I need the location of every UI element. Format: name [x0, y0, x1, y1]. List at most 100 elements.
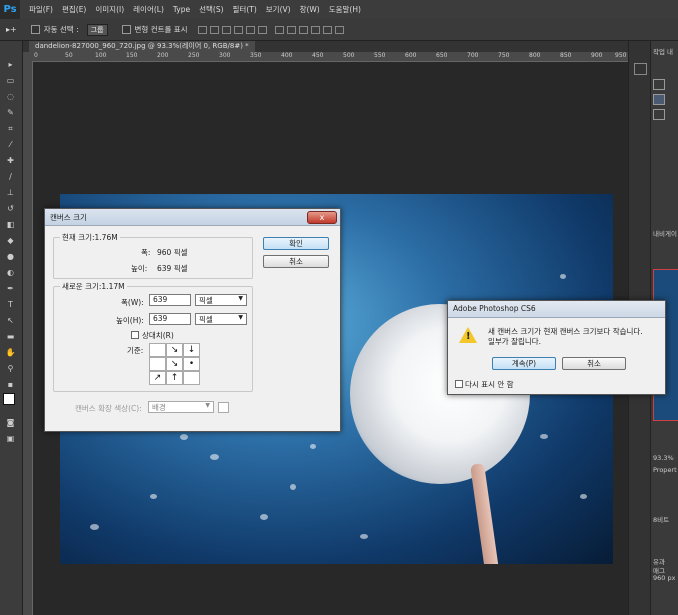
move-tool-icon[interactable]: ▸ — [4, 59, 17, 70]
lasso-tool-icon[interactable]: ◌ — [4, 91, 17, 102]
warning-title-bar[interactable]: Adobe Photoshop CS6 — [448, 301, 665, 318]
menu-filter[interactable]: 필터(T) — [233, 4, 257, 15]
default-colors-icon[interactable]: ▪ — [4, 379, 17, 390]
foreground-color-swatch[interactable] — [3, 393, 15, 405]
menu-layer[interactable]: 레이어(L) — [133, 4, 164, 15]
extension-color-label: 캔버스 확장 색상(C): — [75, 404, 142, 413]
pen-tool-icon[interactable]: ✒ — [4, 283, 17, 294]
ok-button[interactable]: 확인 — [263, 237, 329, 250]
align-center-icon[interactable] — [245, 25, 255, 34]
align-left-icon[interactable] — [233, 25, 243, 34]
distribute-left-icon[interactable] — [310, 25, 320, 34]
distribute-bottom-icon[interactable] — [298, 25, 308, 34]
distribute-top-icon[interactable] — [274, 25, 284, 34]
type-tool-icon[interactable]: T — [4, 299, 17, 310]
brush-tool-icon[interactable]: ∕ — [4, 171, 17, 182]
marquee-tool-icon[interactable]: ▭ — [4, 75, 17, 86]
relative-checkbox[interactable] — [131, 331, 139, 339]
warning-icon: ! — [459, 327, 477, 343]
ruler-tick: 600 — [405, 52, 417, 59]
align-middle-icon[interactable] — [209, 25, 219, 34]
continue-button[interactable]: 계속(P) — [492, 357, 556, 370]
quick-select-tool-icon[interactable]: ✎ — [4, 107, 17, 118]
path-select-tool-icon[interactable]: ↖ — [4, 315, 17, 326]
healing-brush-tool-icon[interactable]: ✚ — [4, 155, 17, 166]
warning-cancel-button[interactable]: 취소 — [562, 357, 626, 370]
eraser-tool-icon[interactable]: ◧ — [4, 219, 17, 230]
menu-image[interactable]: 이미지(I) — [95, 4, 124, 15]
ruler-tick: 500 — [343, 52, 355, 59]
panel-item-icon[interactable] — [653, 79, 665, 90]
menu-view[interactable]: 보기(V) — [266, 4, 291, 15]
anchor-top-left[interactable] — [149, 343, 166, 357]
dont-show-again-label: 다시 표시 안 함 — [465, 380, 514, 389]
menu-file[interactable]: 파일(F) — [29, 4, 53, 15]
extension-color-select[interactable]: 배경 ▼ — [148, 401, 214, 413]
ruler-tick: 550 — [374, 52, 386, 59]
extension-color-swatch[interactable] — [218, 402, 229, 413]
new-width-label: 폭(W): — [121, 298, 144, 307]
menu-bar: Ps 파일(F) 편집(E) 이미지(I) 레이어(L) Type 선택(S) … — [0, 0, 678, 19]
cancel-button[interactable]: 취소 — [263, 255, 329, 268]
auto-select-dropdown[interactable]: 그룹 — [86, 23, 108, 36]
auto-select-checkbox[interactable] — [30, 25, 40, 34]
ruler-tick: 200 — [157, 52, 169, 59]
panel-tab-actions[interactable]: 작업 내 — [653, 46, 673, 56]
menu-window[interactable]: 창(W) — [300, 4, 320, 15]
ruler-tick: 400 — [281, 52, 293, 59]
anchor-middle-center[interactable]: ↘ — [166, 357, 183, 371]
distribute-center-icon[interactable] — [322, 25, 332, 34]
dodge-tool-icon[interactable]: ◐ — [4, 267, 17, 278]
anchor-top-center[interactable]: ↘ — [166, 343, 183, 357]
history-panel-icon[interactable] — [634, 63, 647, 75]
distribute-right-icon[interactable] — [334, 25, 344, 34]
ruler-tick: 350 — [250, 52, 262, 59]
move-tool-icon[interactable]: ▸+ — [6, 25, 17, 34]
panel-item-icon[interactable] — [653, 109, 665, 120]
toolbox: ▸ ▭ ◌ ✎ ⌗ ⁄ ✚ ∕ ⊥ ↺ ◧ ◆ ● ◐ ✒ T ↖ ▬ ✋ ⚲ … — [0, 41, 23, 615]
close-icon[interactable]: x — [307, 211, 337, 224]
ruler-tick: 750 — [498, 52, 510, 59]
menu-select[interactable]: 선택(S) — [199, 4, 223, 15]
panel-item-icon[interactable] — [653, 94, 665, 105]
chevron-down-icon: ▼ — [238, 314, 243, 321]
anchor-middle-right[interactable]: • — [183, 357, 200, 371]
paint-bucket-tool-icon[interactable]: ◆ — [4, 235, 17, 246]
menu-type[interactable]: Type — [173, 5, 190, 14]
align-right-icon[interactable] — [257, 25, 267, 34]
current-width-value: 960 픽셀 — [157, 248, 188, 257]
transform-controls-checkbox[interactable] — [121, 25, 131, 34]
hand-tool-icon[interactable]: ✋ — [4, 347, 17, 358]
new-height-unit-select[interactable]: 픽셀 ▼ — [195, 313, 247, 325]
panel-tab-properties[interactable]: Propert — [653, 466, 677, 474]
crop-tool-icon[interactable]: ⌗ — [4, 123, 17, 134]
anchor-bottom-right[interactable] — [183, 371, 200, 385]
anchor-bottom-left[interactable]: ↗ — [149, 371, 166, 385]
quick-mask-icon[interactable]: ◙ — [4, 417, 17, 428]
anchor-bottom-center[interactable]: ↑ — [166, 371, 183, 385]
blur-tool-icon[interactable]: ● — [4, 251, 17, 262]
new-height-input[interactable]: 639 — [149, 313, 191, 325]
document-tab[interactable]: dandelion-827000_960_720.jpg @ 93.3%(레이어… — [29, 41, 255, 52]
warning-title: Adobe Photoshop CS6 — [453, 304, 536, 313]
panel-tab-navigator[interactable]: 내비게이 — [653, 228, 677, 238]
distribute-middle-icon[interactable] — [286, 25, 296, 34]
menu-help[interactable]: 도움말(H) — [329, 4, 361, 15]
history-brush-tool-icon[interactable]: ↺ — [4, 203, 17, 214]
shape-tool-icon[interactable]: ▬ — [4, 331, 17, 342]
zoom-tool-icon[interactable]: ⚲ — [4, 363, 17, 374]
screen-mode-icon[interactable]: ▣ — [4, 433, 17, 444]
canvas-size-title-bar[interactable]: 캔버스 크기 — [45, 209, 340, 226]
anchor-middle-left[interactable] — [149, 357, 166, 371]
new-width-input[interactable]: 639 — [149, 294, 191, 306]
align-top-icon[interactable] — [197, 25, 207, 34]
clone-stamp-tool-icon[interactable]: ⊥ — [4, 187, 17, 198]
new-width-unit-select[interactable]: 픽셀 ▼ — [195, 294, 247, 306]
eyedropper-tool-icon[interactable]: ⁄ — [4, 139, 17, 150]
align-bottom-icon[interactable] — [221, 25, 231, 34]
document-tab-bar: dandelion-827000_960_720.jpg @ 93.3%(레이어… — [23, 41, 628, 52]
dont-show-again-checkbox[interactable] — [455, 380, 463, 388]
anchor-top-right[interactable]: ↓ — [183, 343, 200, 357]
zoom-level[interactable]: 93.3% — [653, 454, 674, 462]
menu-edit[interactable]: 편집(E) — [62, 4, 86, 15]
